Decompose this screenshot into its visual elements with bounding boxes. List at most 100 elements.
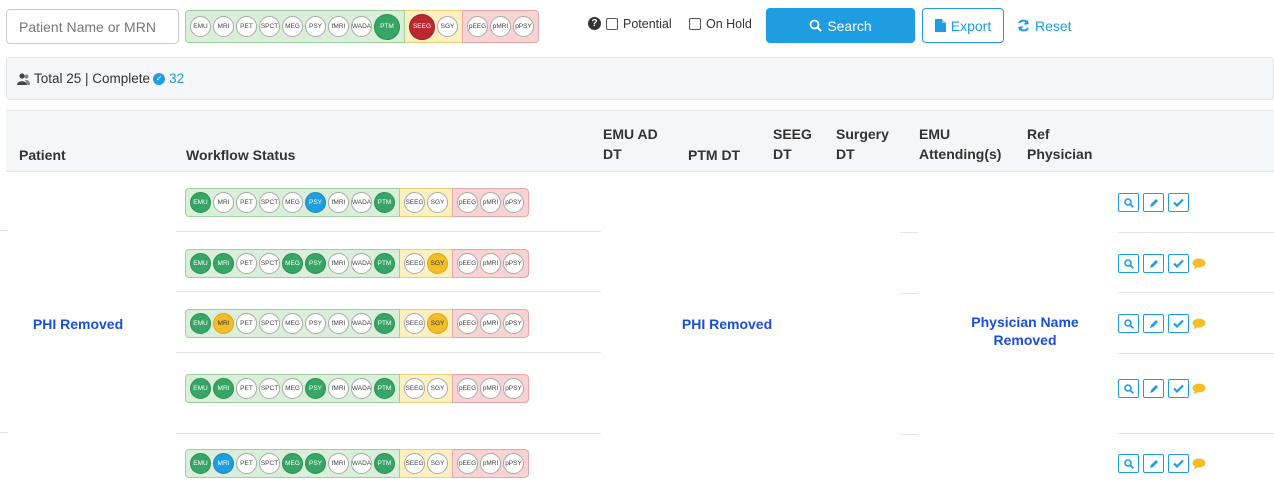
export-button[interactable]: Export [922, 8, 1004, 43]
help-icon[interactable]: ? [588, 17, 601, 30]
pencil-icon [1149, 259, 1159, 269]
status-ppsy: pPSY [503, 453, 524, 474]
view-button[interactable] [1118, 314, 1139, 333]
physician-name-link[interactable]: Physician Name Removed [950, 313, 1100, 349]
status-seeg[interactable]: SEEG [409, 13, 435, 40]
magnifier-icon [1123, 197, 1134, 208]
status-emu: EMU [190, 313, 211, 334]
complete-button[interactable] [1168, 254, 1189, 273]
workflow-group-yellow: SEEG SGY [400, 449, 452, 478]
workflow-group-yellow: SEEG SGY [400, 188, 452, 217]
summary-total: Total 25 | Complete [34, 71, 151, 86]
view-button[interactable] [1118, 454, 1139, 473]
status-pmri: pMRI [480, 378, 501, 399]
status-meg: MEG [282, 378, 303, 399]
magnifier-icon [1123, 383, 1134, 394]
check-icon [1173, 459, 1184, 468]
status-wada[interactable]: WADA [351, 16, 372, 37]
row-divider [1118, 433, 1274, 434]
refresh-icon [1017, 19, 1030, 32]
column-header-emu-ad-dt[interactable]: EMU AD DT [603, 124, 658, 164]
status-psy: PSY [305, 378, 326, 399]
reset-button[interactable]: Reset [1017, 8, 1079, 43]
column-header-ref-physician[interactable]: Ref Physician [1027, 124, 1092, 164]
comment-icon[interactable] [1192, 258, 1206, 270]
check-icon [1173, 319, 1184, 328]
potential-checkbox[interactable]: Potential [606, 17, 672, 31]
status-emu[interactable]: EMU [190, 16, 211, 37]
status-mri: MRI [213, 313, 234, 334]
edit-button[interactable] [1143, 254, 1164, 273]
edit-button[interactable] [1143, 193, 1164, 212]
complete-button[interactable] [1168, 454, 1189, 473]
header-line: DT [603, 146, 622, 162]
column-header-ptm-dt[interactable]: PTM DT [688, 145, 740, 165]
column-header-seeg-dt[interactable]: SEEG DT [773, 124, 812, 164]
status-pet: PET [236, 313, 257, 334]
view-button[interactable] [1118, 193, 1139, 212]
pencil-icon [1149, 384, 1159, 394]
row-divider [0, 432, 8, 433]
status-seeg: SEEG [404, 453, 425, 474]
comment-icon[interactable] [1192, 383, 1206, 395]
comment-icon[interactable] [1192, 458, 1206, 470]
search-input[interactable] [6, 9, 179, 44]
status-fmri: fMRI [328, 453, 349, 474]
complete-count-link[interactable]: 32 [169, 71, 184, 86]
status-meg: MEG [282, 313, 303, 334]
status-peeg[interactable]: pEEG [467, 16, 488, 37]
comment-icon[interactable] [1192, 318, 1206, 330]
status-pmri[interactable]: pMRI [490, 16, 511, 37]
status-spct: SPCT [259, 453, 280, 474]
complete-button[interactable] [1168, 193, 1189, 212]
column-header-surgery-dt[interactable]: Surgery DT [836, 124, 889, 164]
checkbox-box[interactable] [606, 18, 618, 30]
status-pmri: pMRI [480, 453, 501, 474]
complete-button[interactable] [1168, 314, 1189, 333]
status-psy: PSY [305, 313, 326, 334]
edit-button[interactable] [1143, 314, 1164, 333]
status-sgy: SGY [427, 453, 448, 474]
view-button[interactable] [1118, 379, 1139, 398]
on-hold-label: On Hold [706, 17, 752, 31]
column-header-emu-attending[interactable]: EMU Attending(s) [919, 124, 1001, 164]
view-button[interactable] [1118, 254, 1139, 273]
row-actions [1118, 193, 1193, 212]
on-hold-checkbox[interactable]: On Hold [689, 17, 752, 31]
table-body: PHI Removed PHI Removed Physician Name R… [0, 172, 1274, 486]
complete-button[interactable] [1168, 379, 1189, 398]
status-fmri[interactable]: fMRI [328, 16, 349, 37]
status-mri[interactable]: MRI [213, 16, 234, 37]
search-button-label: Search [827, 17, 872, 34]
status-meg[interactable]: MEG [282, 16, 303, 37]
status-spct[interactable]: SPCT [259, 16, 280, 37]
workflow-group-yellow: SEEG SGY [400, 249, 452, 278]
search-button[interactable]: Search [766, 8, 915, 43]
status-pet[interactable]: PET [236, 16, 257, 37]
header-line: SEEG [773, 126, 812, 142]
table-header: Patient Workflow Status EMU AD DT PTM DT… [6, 110, 1274, 172]
edit-button[interactable] [1143, 454, 1164, 473]
row-divider [900, 434, 918, 435]
workflow-group-yellow: SEEG SGY [400, 309, 452, 338]
workflow-group-green: EMU MRI PET SPCT MEG PSY fMRI WADA PTM [185, 249, 400, 278]
workflow-status-strip: EMU MRI PET SPCT MEG PSY fMRI WADA PTM SEEG SGY pEE… [185, 374, 529, 403]
status-sgy[interactable]: SGY [437, 16, 458, 37]
row-actions [1118, 254, 1206, 273]
status-sgy: SGY [427, 192, 448, 213]
status-sgy: SGY [427, 253, 448, 274]
status-seeg: SEEG [404, 378, 425, 399]
checkbox-box[interactable] [689, 18, 701, 30]
header-line: EMU AD [603, 126, 658, 142]
column-header-workflow-status[interactable]: Workflow Status [186, 145, 295, 165]
column-header-patient[interactable]: Patient [19, 145, 66, 165]
status-wada: WADA [351, 453, 372, 474]
status-psy[interactable]: PSY [305, 16, 326, 37]
status-ptm[interactable]: PTM [374, 13, 400, 40]
status-emu: EMU [190, 378, 211, 399]
status-ptm: PTM [374, 378, 395, 399]
patient-name-link[interactable]: PHI Removed [18, 315, 138, 333]
status-ppsy[interactable]: pPSY [513, 16, 534, 37]
edit-button[interactable] [1143, 379, 1164, 398]
status-sgy: SGY [427, 378, 448, 399]
